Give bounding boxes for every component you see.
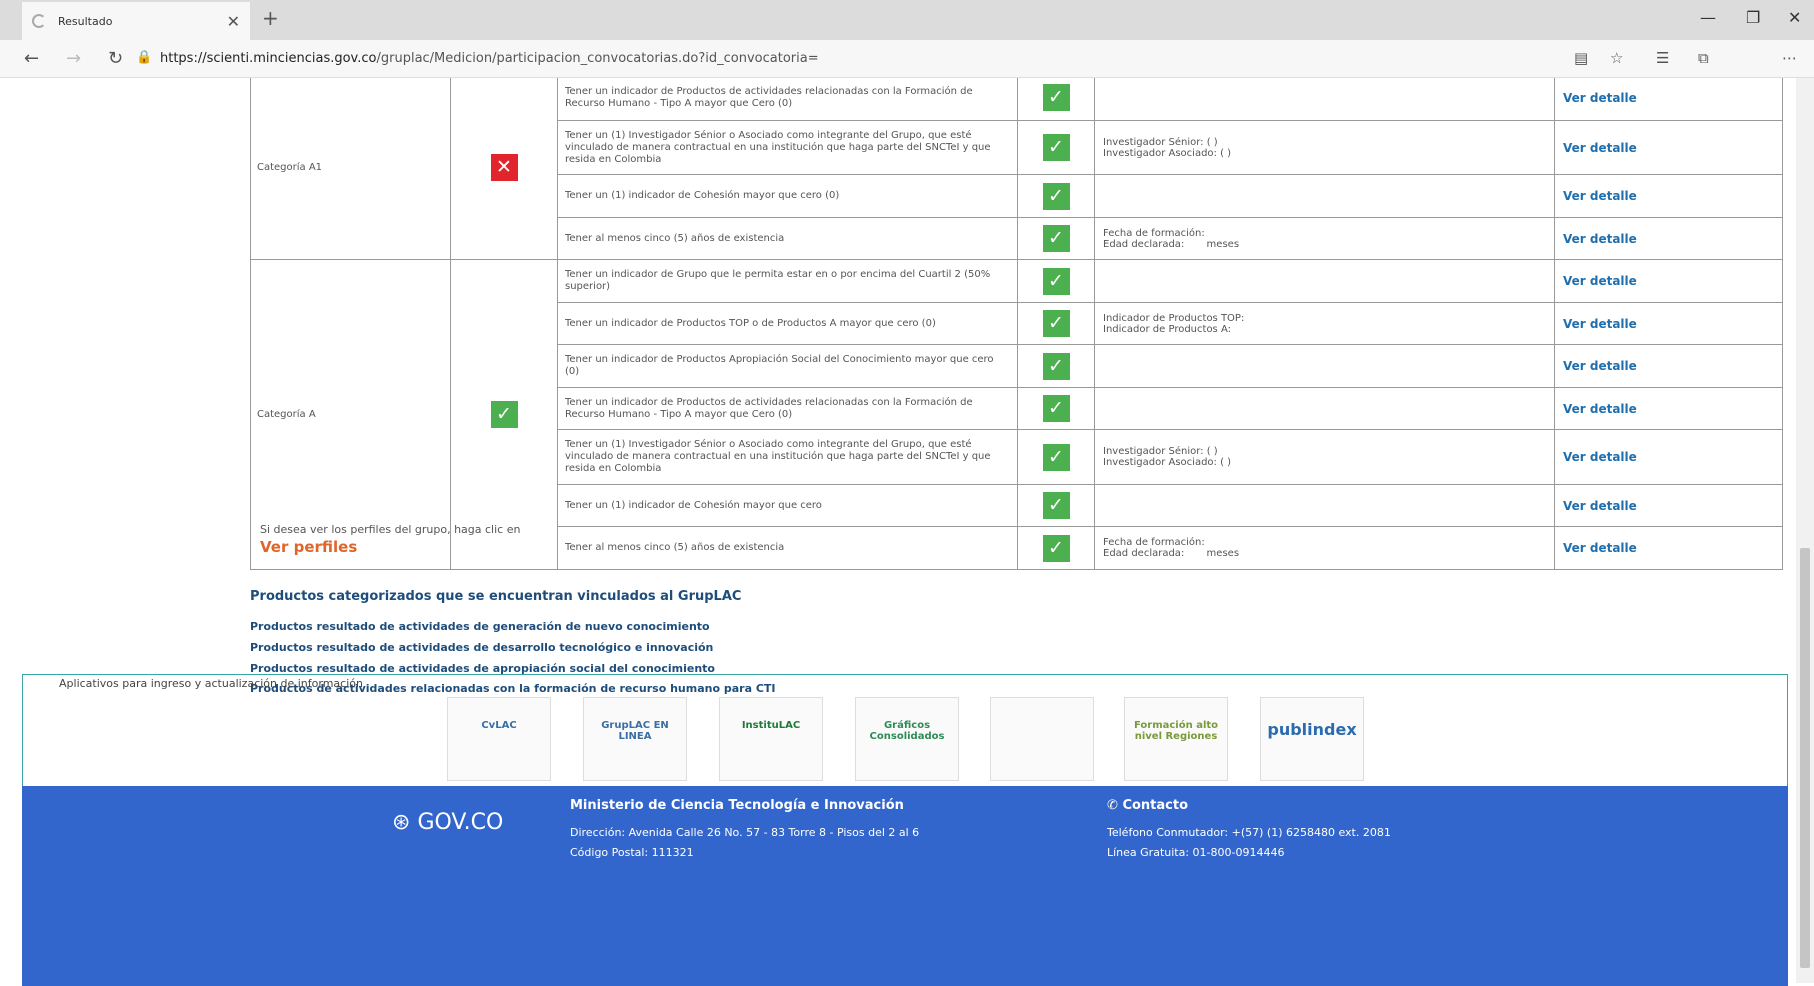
fail-icon: ✕ <box>490 153 518 181</box>
requirement-text: Tener un indicador de Productos TOP o de… <box>557 302 1018 345</box>
requirement-text: Tener un (1) Investigador Sénior o Asoci… <box>557 429 1018 485</box>
ver-detalle-link[interactable]: Ver detalle <box>1554 259 1783 303</box>
apps-panel: Aplicativos para ingreso y actualización… <box>22 674 1788 786</box>
cvlac-logo[interactable]: CvLAC <box>447 697 551 781</box>
requirement-info <box>1094 387 1555 430</box>
requirement-text: Tener un (1) indicador de Cohesión mayor… <box>557 484 1018 527</box>
product-link[interactable]: Productos resultado de actividades de de… <box>250 641 713 654</box>
check-icon: ✓ <box>1042 395 1070 422</box>
requirement-info <box>1094 174 1555 218</box>
requirement-info: Fecha de formación: Edad declarada: mese… <box>1094 217 1555 260</box>
browser-tab[interactable]: Resultado ✕ <box>22 2 250 40</box>
ver-detalle-link[interactable]: Ver detalle <box>1554 484 1783 527</box>
check-icon: ✓ <box>1042 352 1070 380</box>
favorite-icon[interactable]: ☆ <box>1610 49 1623 67</box>
requirement-text: Tener un indicador de Grupo que le permi… <box>557 259 1018 303</box>
ver-detalle-link[interactable]: Ver detalle <box>1554 387 1783 430</box>
table-row: Categoría A ✓ Tener un indicador de Grup… <box>250 259 1783 570</box>
ver-detalle-link[interactable]: Ver detalle <box>1554 120 1783 175</box>
scrollbar-thumb[interactable] <box>1800 548 1810 968</box>
requirement-info <box>1094 78 1555 121</box>
requirement-text: Tener un indicador de Productos de activ… <box>557 387 1018 430</box>
requirement-text: Tener un indicador de Productos de activ… <box>557 78 1018 121</box>
graficos-logo[interactable]: Gráficos Consolidados <box>855 697 959 781</box>
phone-icon: ✆ <box>1107 798 1118 813</box>
category-label: Categoría A1 <box>250 78 451 260</box>
check-icon: ✓ <box>1042 225 1070 252</box>
more-icon[interactable]: ⋯ <box>1782 49 1797 67</box>
ver-detalle-link[interactable]: Ver detalle <box>1554 217 1783 260</box>
back-icon[interactable]: ← <box>24 48 39 69</box>
apps-title: Aplicativos para ingreso y actualización… <box>59 677 363 690</box>
check-icon: ✓ <box>1042 534 1070 562</box>
check-icon: ✓ <box>1042 134 1070 161</box>
requirement-text: Tener un (1) indicador de Cohesión mayor… <box>557 174 1018 218</box>
reader-icon[interactable]: ▤ <box>1574 49 1588 67</box>
scrollbar[interactable] <box>1796 78 1814 983</box>
phone: Teléfono Conmutador: +(57) (1) 6258480 e… <box>1107 826 1391 839</box>
ver-detalle-link[interactable]: Ver detalle <box>1554 78 1783 121</box>
ver-detalle-link[interactable]: Ver detalle <box>1554 174 1783 218</box>
ver-detalle-link[interactable]: Ver detalle <box>1554 302 1783 345</box>
requirement-info: Investigador Sénior: ( ) Investigador As… <box>1094 120 1555 175</box>
requirement-text: Tener un indicador de Productos Apropiac… <box>557 344 1018 388</box>
ver-detalle-link[interactable]: Ver detalle <box>1554 526 1783 570</box>
check-icon: ✓ <box>1042 310 1070 337</box>
requirement-info: Investigador Sénior: ( ) Investigador As… <box>1094 429 1555 485</box>
institulac-logo[interactable]: InstituLAC <box>719 697 823 781</box>
lock-icon[interactable]: 🔒 <box>136 50 152 65</box>
check-icon: ✓ <box>1042 84 1070 111</box>
ministry-title: Ministerio de Ciencia Tecnología e Innov… <box>570 798 904 813</box>
requirement-text: Tener un (1) Investigador Sénior o Asoci… <box>557 120 1018 175</box>
requirement-info: Fecha de formación: Edad declarada: mese… <box>1094 526 1555 570</box>
check-icon: ✓ <box>1042 443 1070 471</box>
free-line: Línea Gratuita: 01-800-0914446 <box>1107 846 1285 859</box>
requirement-text: Tener al menos cinco (5) años de existen… <box>557 217 1018 260</box>
gruplac-logo[interactable]: GrupLAC EN LINEA <box>583 697 687 781</box>
refresh-icon[interactable]: ↻ <box>108 48 123 69</box>
close-window-icon[interactable]: ✕ <box>1788 8 1801 27</box>
url-field[interactable]: https://scienti.minciencias.gov.co/grupl… <box>160 51 819 66</box>
check-icon: ✓ <box>1042 267 1070 295</box>
address-bar: ← → ↻ 🔒 https://scienti.minciencias.gov.… <box>0 40 1814 78</box>
address: Dirección: Avenida Calle 26 No. 57 - 83 … <box>570 826 920 839</box>
footer: ⊛ GOV.CO Ministerio de Ciencia Tecnologí… <box>22 786 1788 986</box>
ver-detalle-link[interactable]: Ver detalle <box>1554 344 1783 388</box>
check-icon: ✓ <box>1042 182 1070 210</box>
gov-logo[interactable]: ⊛ GOV.CO <box>392 810 503 835</box>
requirement-info <box>1094 344 1555 388</box>
loading-icon <box>32 14 46 28</box>
tab-bar: Resultado ✕ + — ❐ ✕ <box>0 0 1814 40</box>
favorites-list-icon[interactable]: ☰ <box>1656 49 1669 67</box>
requirement-info <box>1094 259 1555 303</box>
publindex-logo[interactable]: publindex <box>1260 697 1364 781</box>
perfiles-text: Si desea ver los perfiles del grupo, hag… <box>260 523 521 536</box>
postal-code: Código Postal: 111321 <box>570 846 694 859</box>
check-icon: ✓ <box>490 401 518 428</box>
maximize-icon[interactable]: ❐ <box>1746 8 1760 27</box>
requirement-info <box>1094 484 1555 527</box>
requirement-text: Tener al menos cinco (5) años de existen… <box>557 526 1018 570</box>
contact-title: ✆ Contacto <box>1107 798 1189 813</box>
category-status: ✕ <box>450 78 558 260</box>
table-row: Categoría A1 ✕ Tener un indicador de Pro… <box>250 78 1783 260</box>
check-icon: ✓ <box>1042 492 1070 519</box>
requirement-info: Indicador de Productos TOP: Indicador de… <box>1094 302 1555 345</box>
collections-icon[interactable]: ⧉ <box>1698 49 1709 67</box>
new-tab-icon[interactable]: + <box>262 6 279 30</box>
requirements-table: Categoría A1 ✕ Tener un indicador de Pro… <box>250 78 1783 570</box>
forward-icon[interactable]: → <box>66 48 81 69</box>
ver-perfiles-link[interactable]: Ver perfiles <box>260 538 357 556</box>
scienti-logo[interactable] <box>990 697 1094 781</box>
product-link[interactable]: Productos resultado de actividades de ge… <box>250 620 710 633</box>
formacion-logo[interactable]: Formación alto nivel Regiones <box>1124 697 1228 781</box>
close-tab-icon[interactable]: ✕ <box>227 12 240 31</box>
minimize-icon[interactable]: — <box>1700 8 1716 27</box>
products-title: Productos categorizados que se encuentra… <box>250 589 742 604</box>
ver-detalle-link[interactable]: Ver detalle <box>1554 429 1783 485</box>
tab-title: Resultado <box>58 14 113 28</box>
